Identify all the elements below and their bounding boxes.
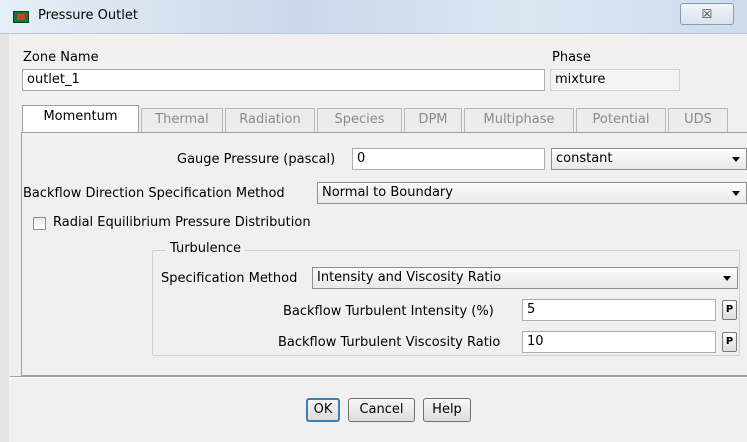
radial-equilibrium-checkbox[interactable] [33, 217, 46, 230]
tab-multiphase[interactable]: Multiphase [464, 108, 574, 132]
window-title: Pressure Outlet [38, 8, 138, 23]
tab-momentum[interactable]: Momentum [22, 105, 139, 133]
app-icon [13, 11, 29, 23]
tab-potential[interactable]: Potential [576, 108, 666, 132]
spec-method-value: Intensity and Viscosity Ratio [317, 270, 502, 285]
help-button[interactable]: Help [423, 398, 471, 422]
chevron-down-icon [732, 191, 740, 196]
spec-method-select[interactable]: Intensity and Viscosity Ratio [312, 267, 738, 289]
chevron-down-icon [732, 157, 740, 162]
divider [10, 376, 747, 378]
turbulent-viscosity-input[interactable]: 10 [522, 331, 716, 353]
phase-field: mixture [550, 69, 680, 91]
radial-equilibrium-label: Radial Equilibrium Pressure Distribution [53, 215, 311, 230]
cancel-button[interactable]: Cancel [348, 398, 415, 422]
ok-button[interactable]: OK [306, 398, 340, 422]
window-left-edge [0, 34, 9, 442]
chevron-down-icon [723, 276, 731, 281]
turbulence-group-title: Turbulence [166, 241, 246, 256]
backflow-direction-value: Normal to Boundary [322, 185, 453, 200]
close-button[interactable]: ☒ [680, 3, 734, 25]
backflow-direction-select[interactable]: Normal to Boundary [317, 182, 747, 204]
turbulent-intensity-label: Backflow Turbulent Intensity (%) [283, 304, 494, 319]
turbulent-viscosity-parameter-button[interactable]: P [722, 332, 737, 352]
backflow-direction-label: Backflow Direction Specification Method [23, 186, 285, 201]
zone-name-label: Zone Name [23, 50, 99, 65]
close-icon: ☒ [701, 7, 713, 21]
tab-thermal[interactable]: Thermal [141, 108, 223, 132]
gauge-pressure-method-select[interactable]: constant [551, 148, 747, 170]
turbulent-viscosity-label: Backflow Turbulent Viscosity Ratio [278, 335, 501, 350]
phase-label: Phase [552, 50, 591, 65]
spec-method-label: Specification Method [161, 271, 298, 286]
zone-name-input[interactable]: outlet_1 [22, 69, 545, 91]
gauge-pressure-method-value: constant [556, 151, 613, 166]
tab-species[interactable]: Species [317, 108, 402, 132]
gauge-pressure-input[interactable]: 0 [352, 148, 545, 170]
turbulent-intensity-input[interactable]: 5 [522, 299, 716, 321]
gauge-pressure-label: Gauge Pressure (pascal) [177, 152, 336, 167]
tab-dpm[interactable]: DPM [404, 108, 462, 132]
turbulent-intensity-parameter-button[interactable]: P [722, 300, 737, 320]
tab-radiation[interactable]: Radiation [225, 108, 315, 132]
tab-uds[interactable]: UDS [668, 108, 728, 132]
